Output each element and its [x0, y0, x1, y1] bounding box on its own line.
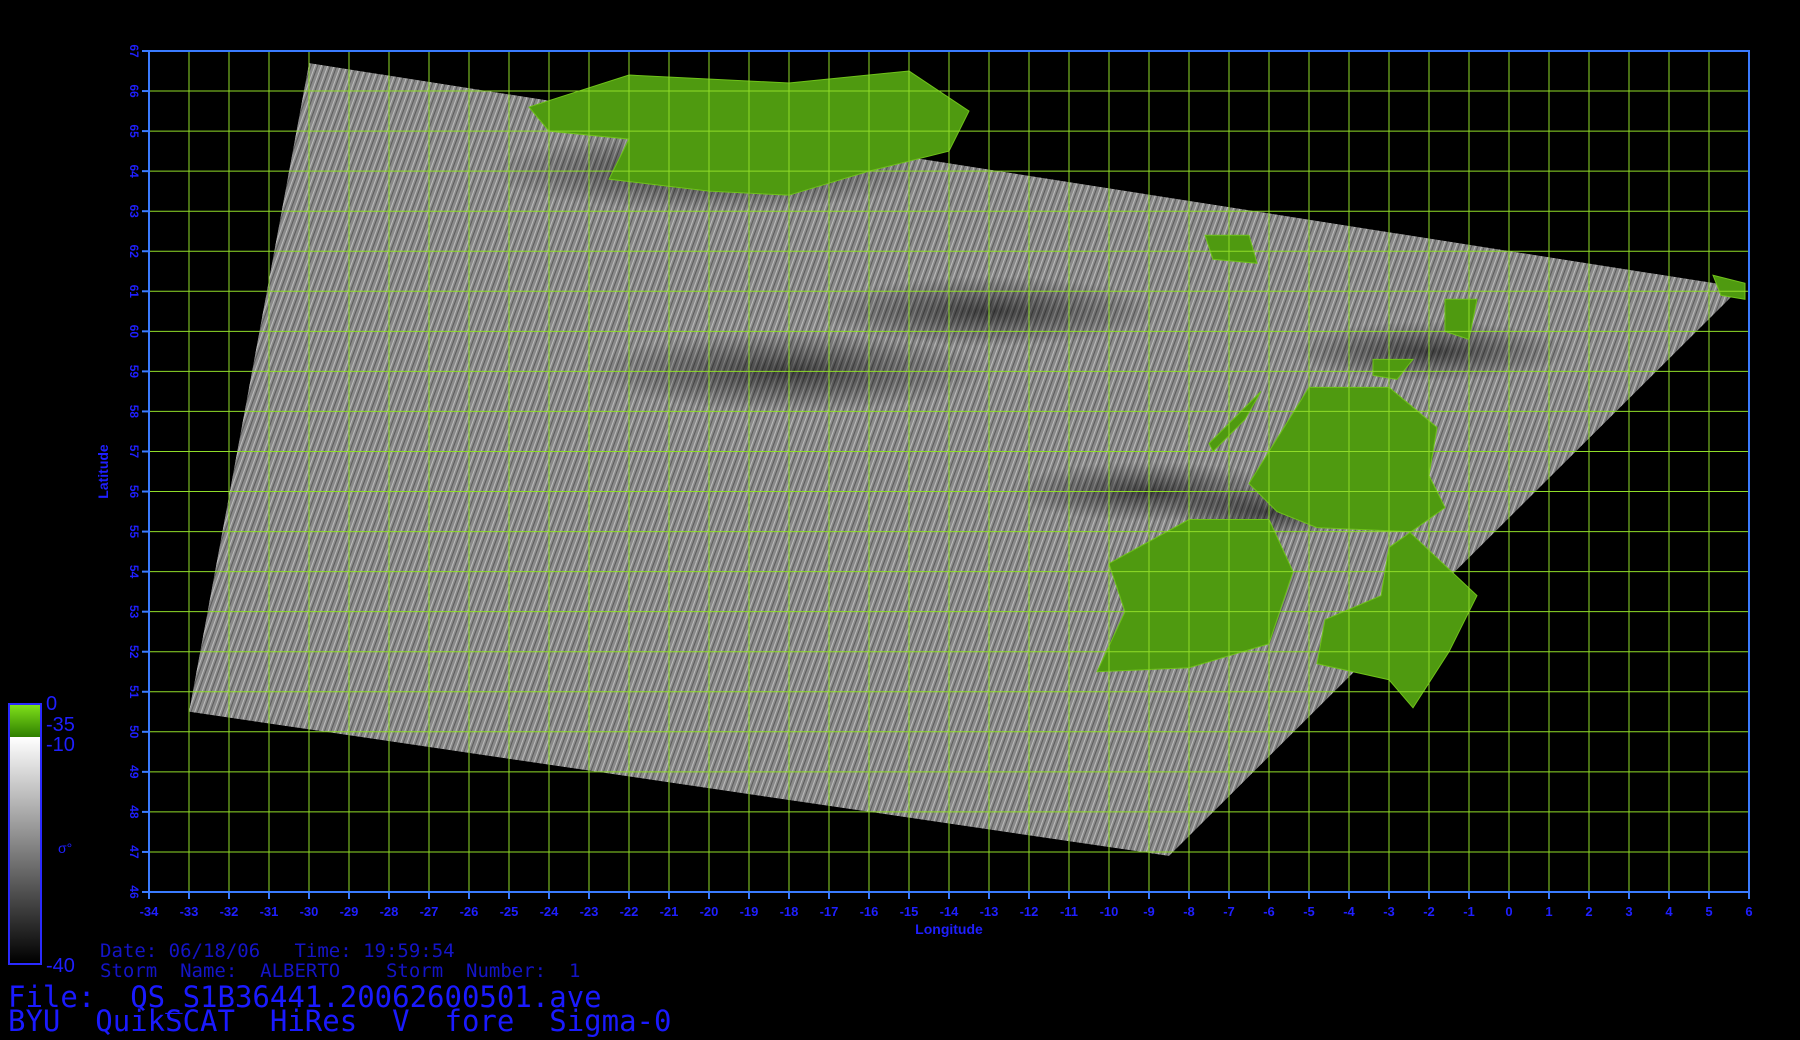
scatterometer-swath: [189, 63, 1741, 856]
longitude-tick-label: -18: [780, 904, 799, 919]
longitude-tick-label: -34: [140, 904, 160, 919]
longitude-tick-label: 2: [1585, 904, 1592, 919]
longitude-tick-label: -1: [1463, 904, 1475, 919]
latitude-tick-label: 67: [127, 44, 141, 58]
longitude-tick-label: -10: [1100, 904, 1119, 919]
longitude-tick-label: -14: [940, 904, 960, 919]
longitude-tick-label: 6: [1745, 904, 1752, 919]
longitude-tick-label: -30: [300, 904, 319, 919]
faroe-islands: [1204, 234, 1258, 264]
longitude-tick-label: -2: [1423, 904, 1435, 919]
longitude-tick-label: 3: [1625, 904, 1632, 919]
colorbar-gray-segment: [10, 737, 40, 963]
latitude-tick-label: 50: [127, 725, 141, 739]
longitude-tick-label: -3: [1383, 904, 1395, 919]
latitude-tick-label: 62: [127, 245, 141, 259]
longitude-tick-label: -32: [220, 904, 239, 919]
storm-info: Storm Name: ALBERTO Storm Number: 1: [100, 960, 581, 982]
latitude-tick-label: 46: [127, 885, 141, 899]
product-title: BYU QuikSCAT HiRes V fore Sigma-0: [8, 1004, 672, 1038]
latitude-tick-label: 58: [127, 405, 141, 419]
longitude-tick-label: -17: [820, 904, 839, 919]
longitude-tick-label: -16: [860, 904, 879, 919]
longitude-tick-label: 1: [1545, 904, 1552, 919]
latitude-tick-label: 65: [127, 124, 141, 138]
longitude-tick-label: -25: [500, 904, 519, 919]
longitude-tick-label: 5: [1705, 904, 1712, 919]
latitude-tick-label: 57: [127, 445, 141, 459]
longitude-tick-label: -28: [380, 904, 399, 919]
lat-lon-grid: [148, 50, 1750, 893]
map-plot: -34 -33 -32 -31 -30 -29 -28 -27 -26 -25 -24 -23 -22-…: [95, 44, 1753, 937]
longitude-tick-label: -20: [700, 904, 719, 919]
latitude-tick-label: 59: [127, 365, 141, 379]
longitude-tick-label: -12: [1020, 904, 1039, 919]
x-axis-label: Longitude: [915, 921, 983, 937]
colorbar-gray-bottom-label: -40: [46, 955, 75, 977]
longitude-tick-label: -33: [180, 904, 199, 919]
latitude-tick-label: 66: [127, 84, 141, 98]
latitude-tick-label: 64: [127, 164, 141, 178]
colorbar-land-segment: [10, 705, 40, 737]
date-time-info: Date: 06/18/06 Time: 19:59:54: [100, 940, 455, 962]
colorbar-gray-top-label: -10: [46, 734, 75, 756]
longitude-tick-label: -15: [900, 904, 919, 919]
sigma0-colorbar: [8, 703, 42, 965]
longitude-tick-label: -4: [1343, 904, 1355, 919]
longitude-tick-label: -24: [540, 904, 560, 919]
latitude-tick-label: 53: [127, 605, 141, 619]
longitude-tick-label: -21: [660, 904, 679, 919]
longitude-tick-label: -31: [260, 904, 279, 919]
longitude-tick-label: 0: [1505, 904, 1512, 919]
latitude-tick-label: 61: [127, 285, 141, 299]
longitude-tick-label: 4: [1665, 904, 1673, 919]
latitude-tick-label: 54: [127, 565, 141, 579]
longitude-tick-label: -13: [980, 904, 999, 919]
longitude-tick-label: -23: [580, 904, 599, 919]
latitude-tick-label: 56: [127, 485, 141, 499]
latitude-tick-labels: 46 47 48 49 50 51 52 53 54 55 56 57 58 59 60 61 62 63 64 65…: [127, 44, 149, 899]
longitude-tick-label: -7: [1223, 904, 1235, 919]
latitude-tick-label: 47: [127, 845, 141, 859]
latitude-tick-label: 60: [127, 325, 141, 339]
latitude-tick-label: 51: [127, 685, 141, 699]
longitude-tick-labels: -34 -33 -32 -31 -30 -29 -28 -27 -26 -25 -24 -23 -22-…: [140, 892, 1753, 919]
longitude-tick-label: -6: [1263, 904, 1275, 919]
longitude-tick-label: -27: [420, 904, 439, 919]
latitude-tick-label: 55: [127, 525, 141, 539]
longitude-tick-label: -22: [620, 904, 639, 919]
longitude-tick-label: -9: [1143, 904, 1155, 919]
latitude-tick-label: 63: [127, 205, 141, 219]
colorbar-land-top-label: 0: [46, 693, 58, 715]
longitude-tick-label: -29: [340, 904, 359, 919]
longitude-tick-label: -19: [740, 904, 759, 919]
longitude-tick-label: -8: [1183, 904, 1195, 919]
latitude-tick-label: 49: [127, 765, 141, 779]
longitude-tick-label: -5: [1303, 904, 1315, 919]
longitude-tick-label: -11: [1060, 904, 1078, 919]
longitude-tick-label: -26: [460, 904, 479, 919]
y-axis-label: Latitude: [95, 444, 111, 499]
colorbar-symbol: σ°: [58, 840, 73, 856]
latitude-tick-label: 52: [127, 645, 141, 659]
latitude-tick-label: 48: [127, 805, 141, 819]
